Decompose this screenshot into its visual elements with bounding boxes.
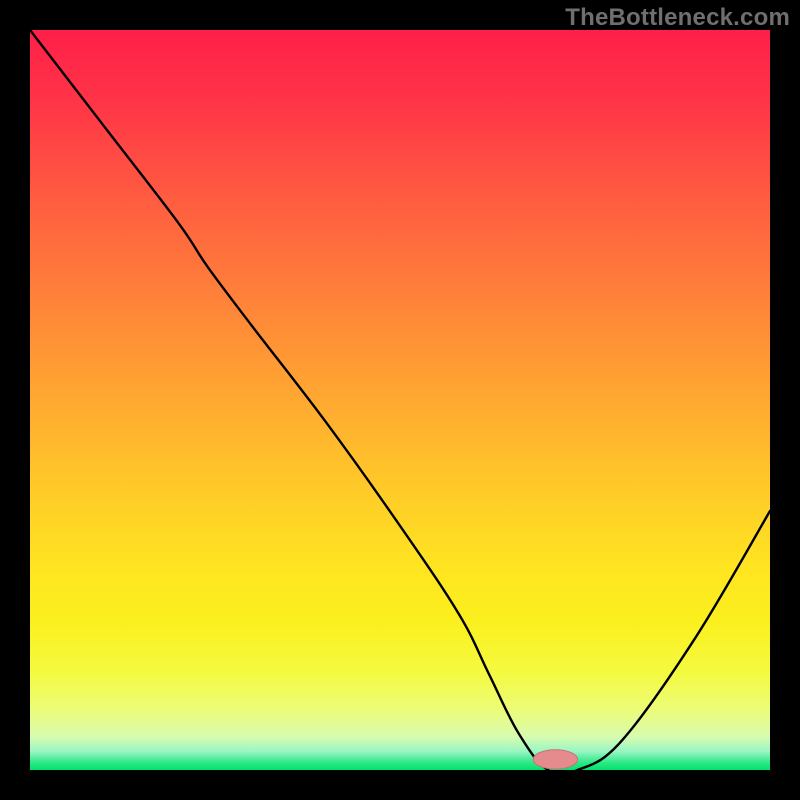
plot-area — [30, 30, 770, 770]
optimal-point-marker — [533, 750, 577, 769]
heat-gradient-background — [30, 30, 770, 770]
watermark-text: TheBottleneck.com — [565, 4, 790, 32]
chart-frame: TheBottleneck.com — [0, 0, 800, 800]
chart-svg — [30, 30, 770, 770]
